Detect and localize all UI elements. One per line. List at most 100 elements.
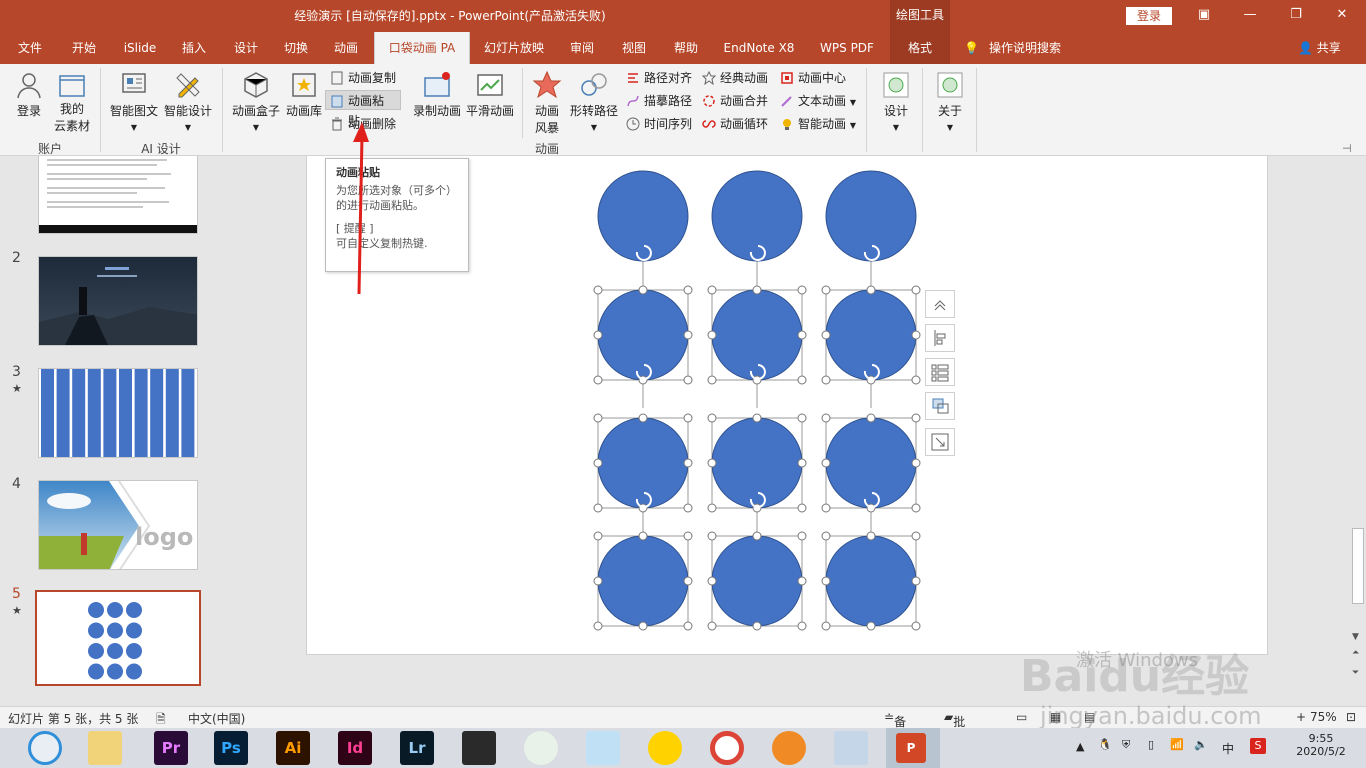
next-slide-icon[interactable]: ⏷ — [1352, 668, 1359, 678]
circle-shape[interactable] — [711, 535, 803, 627]
resize-handle[interactable] — [821, 375, 831, 385]
resize-tool-button[interactable] — [925, 428, 955, 456]
resize-handle[interactable] — [593, 576, 603, 586]
slide-thumbnail-4[interactable]: logo — [38, 480, 198, 570]
circle-shape[interactable] — [597, 289, 689, 381]
premiere-app-icon[interactable]: Pr — [154, 731, 188, 765]
shape-to-path-button[interactable]: 形转路径 ▼ — [568, 70, 620, 133]
zoom-in-icon[interactable]: + — [1296, 710, 1306, 724]
vertical-scrollbar[interactable]: ▼ ⏶ ⏷ — [1350, 156, 1366, 706]
powerpoint-taskbar-button[interactable]: P — [886, 728, 940, 768]
circle-shape[interactable] — [825, 170, 917, 262]
tab-file[interactable]: 文件 — [8, 32, 52, 64]
photoshop-app-icon[interactable]: Ps — [214, 731, 248, 765]
ribbon-collapse-icon[interactable]: ⊣ — [1342, 142, 1352, 155]
resize-handle[interactable] — [683, 458, 693, 468]
comments-button[interactable]: ▰ 批注 — [944, 710, 965, 746]
animation-center-button[interactable]: 动画中心 — [780, 68, 846, 88]
circle-shape[interactable] — [597, 417, 689, 509]
resize-handle[interactable] — [683, 503, 693, 513]
tab-pocket-animation[interactable]: 口袋动画 PA — [374, 32, 470, 64]
clock[interactable]: 9:55 2020/5/2 — [1294, 732, 1348, 768]
illustrator-app-icon[interactable]: Ai — [276, 731, 310, 765]
resize-handle[interactable] — [911, 576, 921, 586]
resize-handle[interactable] — [593, 375, 603, 385]
resize-handle[interactable] — [593, 621, 603, 631]
wifi-tray-icon[interactable]: 📶 — [1170, 738, 1184, 768]
smart-design-button[interactable]: 智能设计 ▼ — [162, 70, 214, 133]
grid-tool-button[interactable] — [925, 358, 955, 386]
resize-handle[interactable] — [683, 285, 693, 295]
circle-shape[interactable] — [711, 289, 803, 381]
tab-review[interactable]: 审阅 — [560, 32, 604, 64]
login-button[interactable]: 登录 — [1126, 7, 1172, 25]
zoom-level[interactable]: 75% — [1310, 710, 1337, 724]
volume-tray-icon[interactable]: 🔈 — [1194, 738, 1208, 768]
restore-icon[interactable]: ❐ — [1284, 4, 1308, 26]
about-button[interactable]: 关于 ▼ — [932, 70, 968, 133]
animation-box-button[interactable]: 动画盒子 ▼ — [230, 70, 282, 133]
resize-handle[interactable] — [866, 531, 876, 541]
resize-handle[interactable] — [707, 375, 717, 385]
resize-handle[interactable] — [911, 413, 921, 423]
security-tray-icon[interactable]: ⛨ — [1122, 738, 1130, 768]
tray-expand-icon[interactable]: ▲ — [1076, 740, 1084, 768]
animation-storm-button[interactable]: 动画 风暴 — [528, 70, 566, 136]
resize-handle[interactable] — [707, 285, 717, 295]
chrome-app-icon[interactable] — [710, 731, 744, 765]
loop-animation-button[interactable]: 动画循环 — [702, 114, 768, 134]
resize-handle[interactable] — [797, 503, 807, 513]
prev-slide-icon[interactable]: ⏶ — [1352, 648, 1359, 658]
chat-app-icon[interactable] — [586, 731, 620, 765]
tab-format[interactable]: 格式 — [890, 32, 950, 64]
resize-handle[interactable] — [797, 330, 807, 340]
arrange-tool-button[interactable] — [925, 392, 955, 420]
tab-transitions[interactable]: 切换 — [274, 32, 318, 64]
resize-handle[interactable] — [683, 621, 693, 631]
align-tool-button[interactable] — [925, 324, 955, 352]
resize-handle[interactable] — [911, 503, 921, 513]
resize-handle[interactable] — [683, 330, 693, 340]
circle-shape[interactable] — [597, 170, 689, 262]
fit-slide-icon[interactable]: ⊡ — [1346, 710, 1356, 724]
merge-animation-button[interactable]: 动画合并 — [702, 91, 768, 111]
resize-handle[interactable] — [797, 531, 807, 541]
layout-options-up-button[interactable] — [925, 290, 955, 318]
resize-handle[interactable] — [593, 285, 603, 295]
animation-copy-button[interactable]: 动画复制 — [330, 68, 396, 88]
resize-handle[interactable] — [707, 531, 717, 541]
cloud-material-button[interactable]: 我的 云素材 — [52, 70, 92, 134]
resize-handle[interactable] — [821, 330, 831, 340]
qq-app-icon[interactable] — [648, 731, 682, 765]
resize-handle[interactable] — [866, 621, 876, 631]
resize-handle[interactable] — [683, 576, 693, 586]
circle-shape[interactable] — [597, 535, 689, 627]
language-indicator[interactable]: 中文(中国) — [188, 710, 245, 727]
tab-insert[interactable]: 插入 — [172, 32, 216, 64]
resize-handle[interactable] — [797, 458, 807, 468]
tab-view[interactable]: 视图 — [612, 32, 656, 64]
tab-design[interactable]: 设计 — [224, 32, 268, 64]
tab-endnote[interactable]: EndNote X8 — [716, 32, 802, 64]
resize-handle[interactable] — [821, 576, 831, 586]
design-button[interactable]: 设计 ▼ — [878, 70, 914, 133]
tab-home[interactable]: 开始 — [62, 32, 106, 64]
browser-app-icon[interactable] — [28, 731, 62, 765]
resize-handle[interactable] — [911, 531, 921, 541]
resize-handle[interactable] — [638, 621, 648, 631]
slide-thumbnail-2[interactable] — [38, 256, 198, 346]
resize-handle[interactable] — [866, 285, 876, 295]
circle-shape[interactable] — [825, 535, 917, 627]
animation-paste-button[interactable]: 动画粘贴 — [325, 90, 401, 128]
indesign-app-icon[interactable]: Id — [338, 731, 372, 765]
resize-handle[interactable] — [707, 621, 717, 631]
resize-handle[interactable] — [593, 503, 603, 513]
scroll-down-icon[interactable]: ▼ — [1352, 632, 1359, 642]
login-ribbon-button[interactable]: 登录 — [10, 70, 48, 119]
tab-help[interactable]: 帮助 — [664, 32, 708, 64]
text-animation-button[interactable]: 文本动画 ▼ — [780, 91, 856, 111]
timeline-button[interactable]: 时间序列 — [626, 114, 692, 134]
resize-handle[interactable] — [707, 576, 717, 586]
notes-app-icon[interactable] — [834, 731, 868, 765]
file-explorer-icon[interactable] — [88, 731, 122, 765]
